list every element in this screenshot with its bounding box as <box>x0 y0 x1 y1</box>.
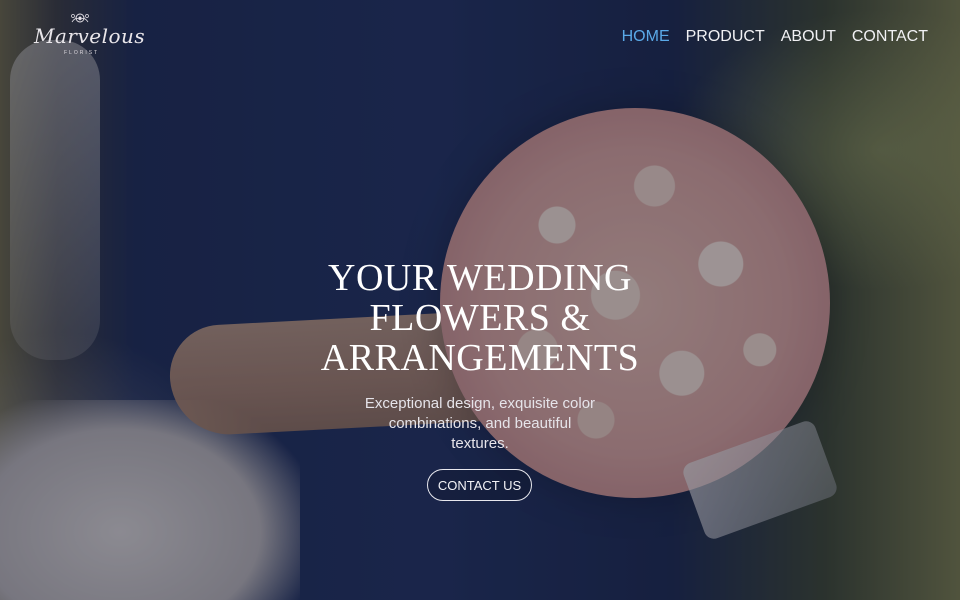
nav-contact-link[interactable]: CONTACT <box>852 28 928 46</box>
nav-home-link[interactable]: HOME <box>622 28 670 46</box>
logo-wordmark: Marvelous <box>34 24 146 48</box>
main-nav: HOME PRODUCT ABOUT CONTACT <box>622 28 928 46</box>
logo-subtitle: FLORIST <box>64 50 100 56</box>
hero-headline: YOUR WEDDING FLOWERS & ARRANGEMENTS <box>320 257 640 379</box>
nav-product-link[interactable]: PRODUCT <box>686 28 765 46</box>
nav-about-link[interactable]: ABOUT <box>781 28 836 46</box>
hero-subtext: Exceptional design, exquisite color comb… <box>364 395 596 452</box>
brand-logo[interactable]: Marvelous FLORIST <box>34 10 145 60</box>
contact-us-button[interactable]: CONTACT US <box>427 469 532 501</box>
